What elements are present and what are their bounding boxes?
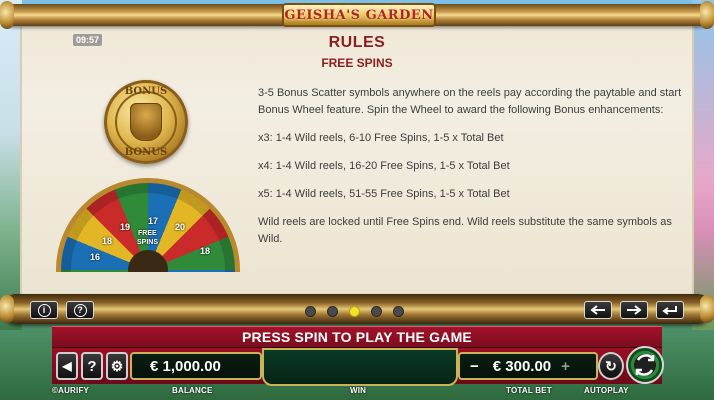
wheel-label: SPINS bbox=[137, 239, 159, 246]
bet-increase-button[interactable]: + bbox=[561, 358, 570, 375]
settings-button[interactable]: ⚙ bbox=[106, 352, 128, 380]
speaker-icon: ◀ bbox=[62, 359, 72, 373]
brand-label: ©AURIFY bbox=[52, 386, 90, 395]
page-dot-1[interactable] bbox=[305, 306, 316, 317]
rules-paragraph: x5: 1-4 Wild reels, 51-55 Free Spins, 1-… bbox=[258, 188, 510, 200]
question-icon: ? bbox=[73, 303, 87, 317]
info-button[interactable]: i bbox=[30, 301, 58, 319]
arrow-right-icon bbox=[627, 305, 642, 315]
banner-text: PRESS SPIN TO PLAY THE GAME bbox=[242, 329, 472, 345]
bet-decrease-button[interactable]: − bbox=[470, 358, 479, 375]
rules-paragraph: x4: 1-4 Wild reels, 16-20 Free Spins, 1-… bbox=[258, 160, 510, 172]
next-page-button[interactable] bbox=[620, 301, 648, 319]
spin-button[interactable] bbox=[626, 346, 664, 384]
rules-text: 3-5 Bonus Scatter symbols anywhere on th… bbox=[258, 85, 694, 259]
wheel-label: 18 bbox=[200, 246, 211, 256]
rod-knob-right bbox=[700, 295, 714, 323]
autoplay-label: AUTOPLAY bbox=[584, 386, 629, 395]
page-title: RULES bbox=[328, 34, 386, 51]
return-icon bbox=[662, 306, 677, 315]
wheel-label: 19 bbox=[120, 222, 131, 232]
total-bet-value: € 300.00 bbox=[492, 357, 552, 375]
win-display bbox=[262, 348, 458, 386]
coin-top-text: BONUS bbox=[124, 86, 168, 97]
section-title: FREE SPINS bbox=[321, 56, 393, 70]
rod-knob-left bbox=[0, 1, 14, 29]
wheel-label: 16 bbox=[90, 252, 101, 262]
status-banner: PRESS SPIN TO PLAY THE GAME bbox=[52, 326, 662, 348]
sound-button[interactable]: ◀ bbox=[56, 352, 78, 380]
pagination bbox=[305, 306, 404, 317]
back-button[interactable] bbox=[656, 301, 684, 319]
wheel-label: 20 bbox=[175, 222, 186, 232]
bonus-scatter-coin: BONUS BONUS bbox=[104, 80, 188, 164]
balance-display: € 1,000.00 bbox=[130, 352, 262, 380]
coin-bottom-text: BONUS bbox=[124, 147, 168, 158]
wheel-label: 18 bbox=[102, 236, 113, 246]
info-icon: i bbox=[37, 303, 51, 317]
rules-paragraph: Wild reels are locked until Free Spins e… bbox=[258, 216, 672, 245]
total-bet-label: TOTAL BET bbox=[506, 386, 552, 395]
total-bet-display: − € 300.00 + bbox=[458, 352, 598, 380]
balance-value: € 1,000.00 bbox=[150, 357, 221, 375]
prev-page-button[interactable] bbox=[584, 301, 612, 319]
page-dot-4[interactable] bbox=[371, 306, 382, 317]
rod-knob-right bbox=[700, 1, 714, 29]
wheel-label: FREE bbox=[138, 230, 157, 237]
wheel-label: 17 bbox=[148, 216, 159, 226]
logo-text: GEISHA'S GARDEN bbox=[284, 7, 434, 23]
paytable-button[interactable]: ? bbox=[81, 352, 103, 380]
coin-figure-icon bbox=[130, 103, 162, 141]
bonus-wheel-clip: 18 19 17 20 16 18 FREE SPINS bbox=[20, 178, 280, 272]
page-dot-3[interactable] bbox=[349, 306, 360, 317]
rules-paragraph: 3-5 Bonus Scatter symbols anywhere on th… bbox=[258, 87, 682, 116]
game-logo: GEISHA'S GARDEN bbox=[282, 3, 436, 27]
page-dot-2[interactable] bbox=[327, 306, 338, 317]
balance-label: BALANCE bbox=[172, 386, 213, 395]
arrow-left-icon bbox=[590, 305, 605, 315]
win-label: WIN bbox=[350, 386, 367, 395]
rules-paragraph: x3: 1-4 Wild reels, 6-10 Free Spins, 1-5… bbox=[258, 132, 504, 144]
rod-knob-left bbox=[0, 295, 14, 323]
autoplay-button[interactable]: ↻ bbox=[598, 352, 624, 380]
autoplay-icon: ↻ bbox=[605, 357, 617, 374]
question-icon: ? bbox=[87, 357, 97, 375]
page-dot-5[interactable] bbox=[393, 306, 404, 317]
help-button[interactable]: ? bbox=[66, 301, 94, 319]
gear-icon: ⚙ bbox=[110, 357, 124, 374]
spin-icon bbox=[635, 354, 655, 376]
